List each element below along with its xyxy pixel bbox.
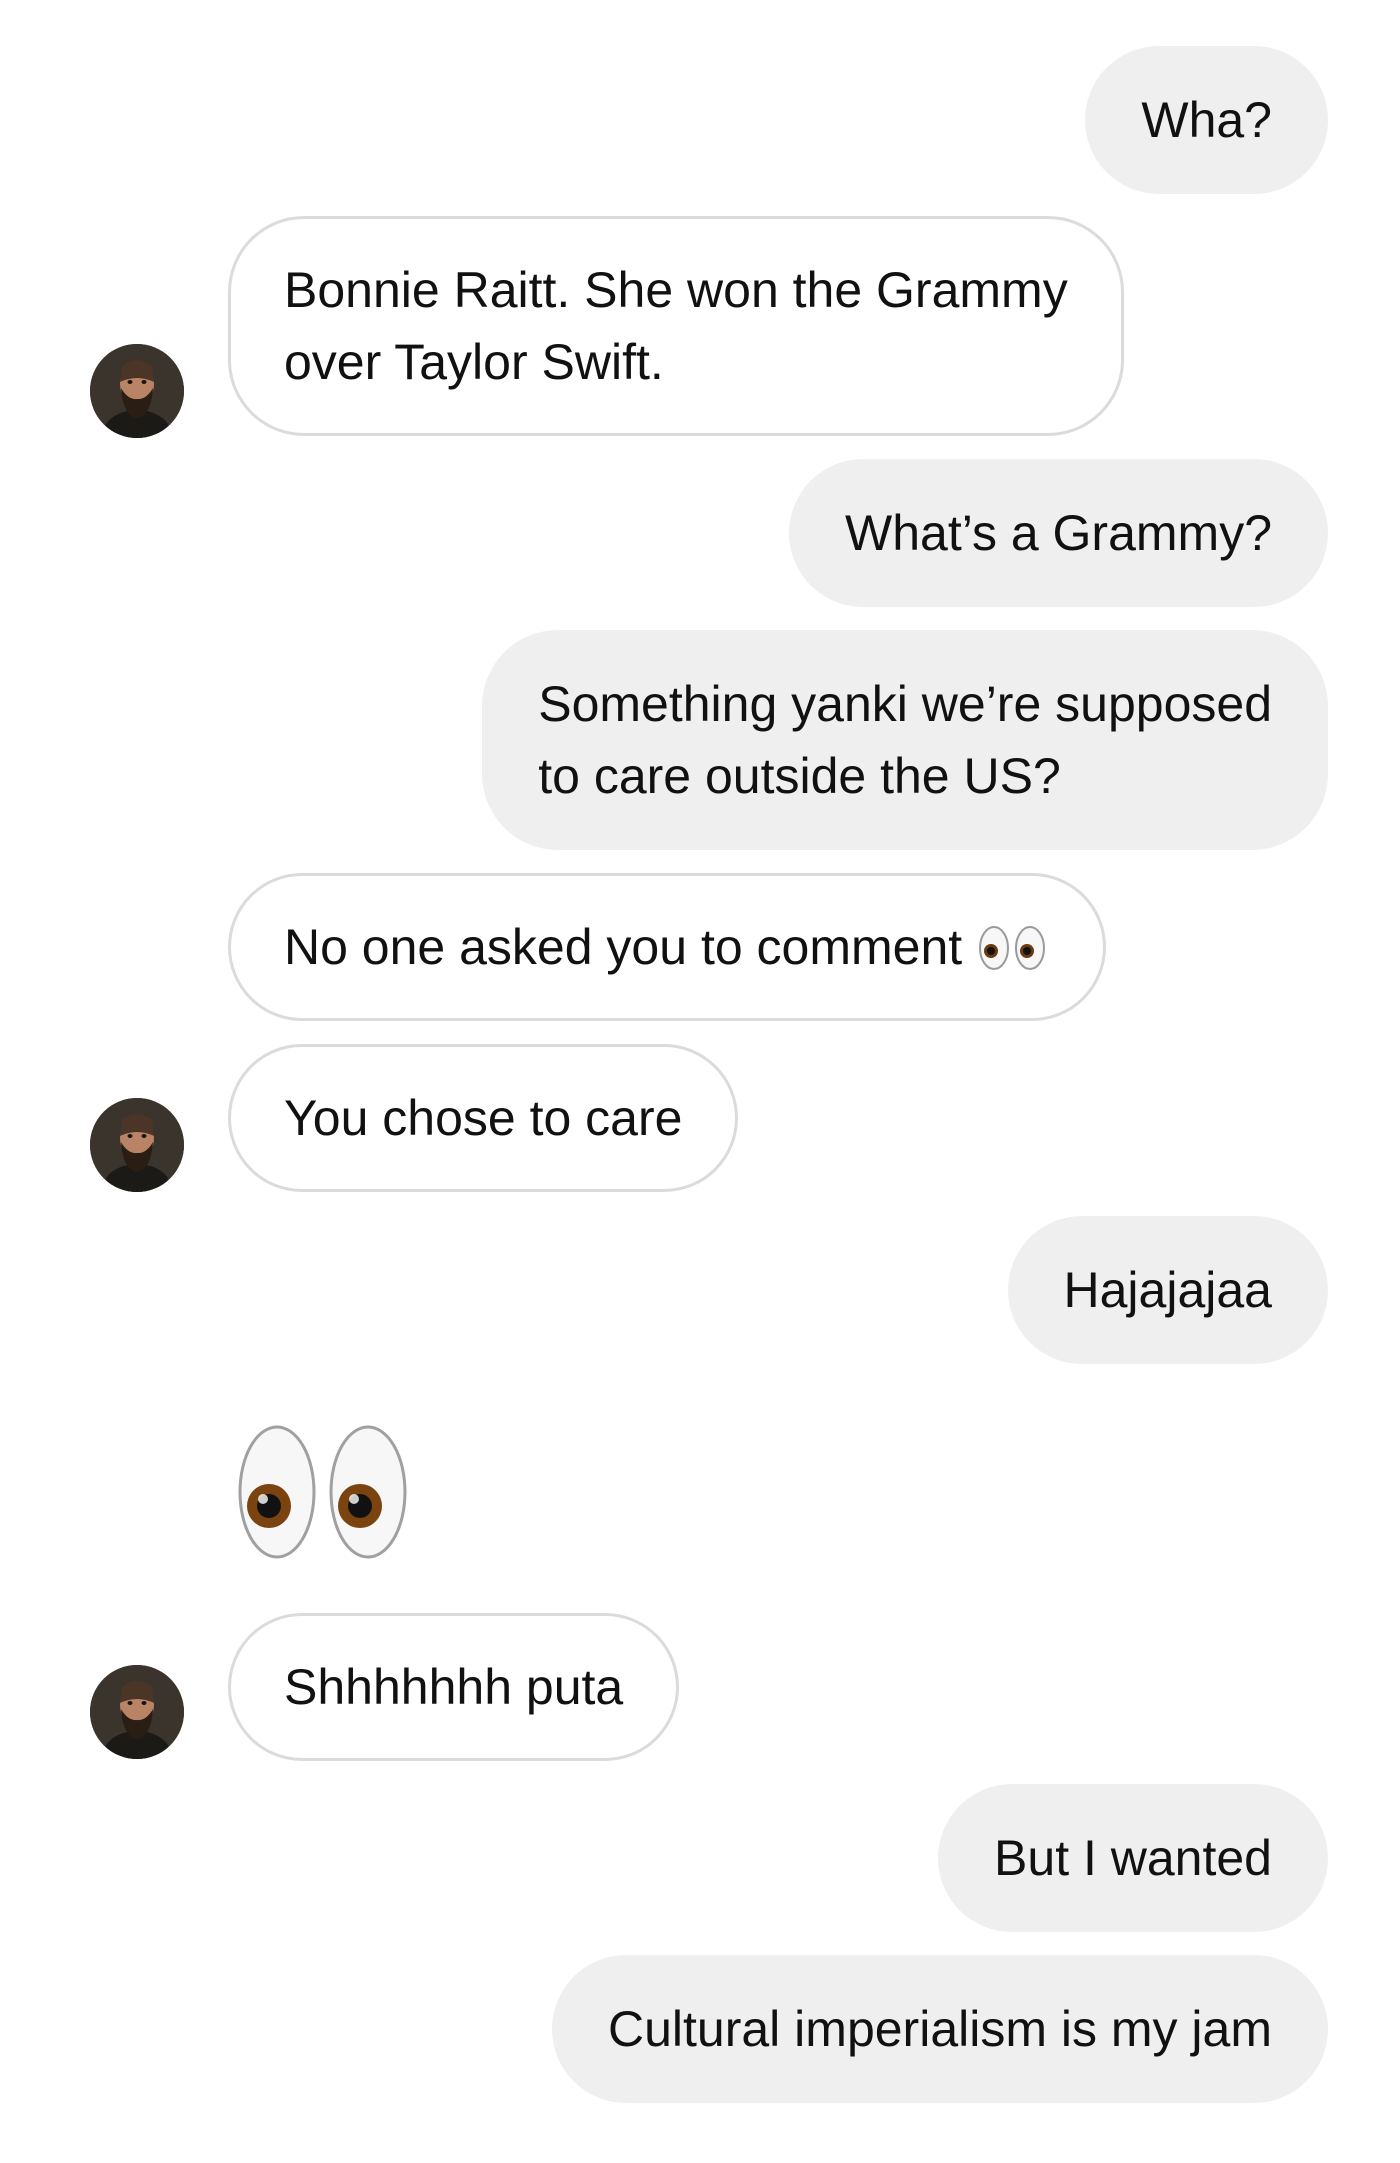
- received-message-bubble[interactable]: You chose to care: [228, 1044, 739, 1192]
- message-thread: Wha? Bonnie Raitt. She won the Grammy ov…: [0, 0, 1400, 2163]
- avatar[interactable]: [90, 344, 184, 438]
- received-message-bubble[interactable]: No one asked you to comment: [228, 873, 1107, 1021]
- message-text-line: Something yanki we’re supposed: [538, 676, 1272, 732]
- avatar-photo-icon: [90, 344, 184, 438]
- message-text: No one asked you to comment: [284, 919, 963, 975]
- message-text: But I wanted: [994, 1830, 1272, 1886]
- sent-message-bubble[interactable]: Hajajajaa: [1007, 1216, 1328, 1364]
- message-text: What’s a Grammy?: [845, 505, 1272, 561]
- message-text: Cultural imperialism is my jam: [608, 2001, 1272, 2057]
- avatar[interactable]: [90, 1098, 184, 1192]
- sent-message-bubble[interactable]: Wha?: [1085, 46, 1328, 194]
- message-text: Shhhhhhh puta: [284, 1659, 624, 1715]
- message-text-line: over Taylor Swift.: [284, 334, 664, 390]
- message-text-line: to care outside the US?: [538, 748, 1061, 804]
- received-message-bubble[interactable]: Bonnie Raitt. She won the Grammy over Ta…: [228, 216, 1124, 436]
- sent-message-bubble[interactable]: Cultural imperialism is my jam: [552, 1955, 1328, 2103]
- eyes-emoji-icon[interactable]: [235, 1422, 415, 1562]
- message-text: Hajajajaa: [1063, 1262, 1272, 1318]
- avatar-photo-icon: [90, 1098, 184, 1192]
- avatar[interactable]: [90, 1665, 184, 1759]
- sent-message-bubble[interactable]: What’s a Grammy?: [789, 459, 1328, 607]
- eyes-emoji-icon: [979, 926, 1046, 970]
- sent-message-bubble[interactable]: But I wanted: [938, 1784, 1328, 1932]
- message-text: You chose to care: [284, 1090, 683, 1146]
- sent-message-bubble[interactable]: Something yanki we’re supposed to care o…: [482, 630, 1328, 850]
- message-text-line: Bonnie Raitt. She won the Grammy: [284, 262, 1068, 318]
- message-text: Wha?: [1141, 92, 1272, 148]
- avatar-photo-icon: [90, 1665, 184, 1759]
- received-message-bubble[interactable]: Shhhhhhh puta: [228, 1613, 680, 1761]
